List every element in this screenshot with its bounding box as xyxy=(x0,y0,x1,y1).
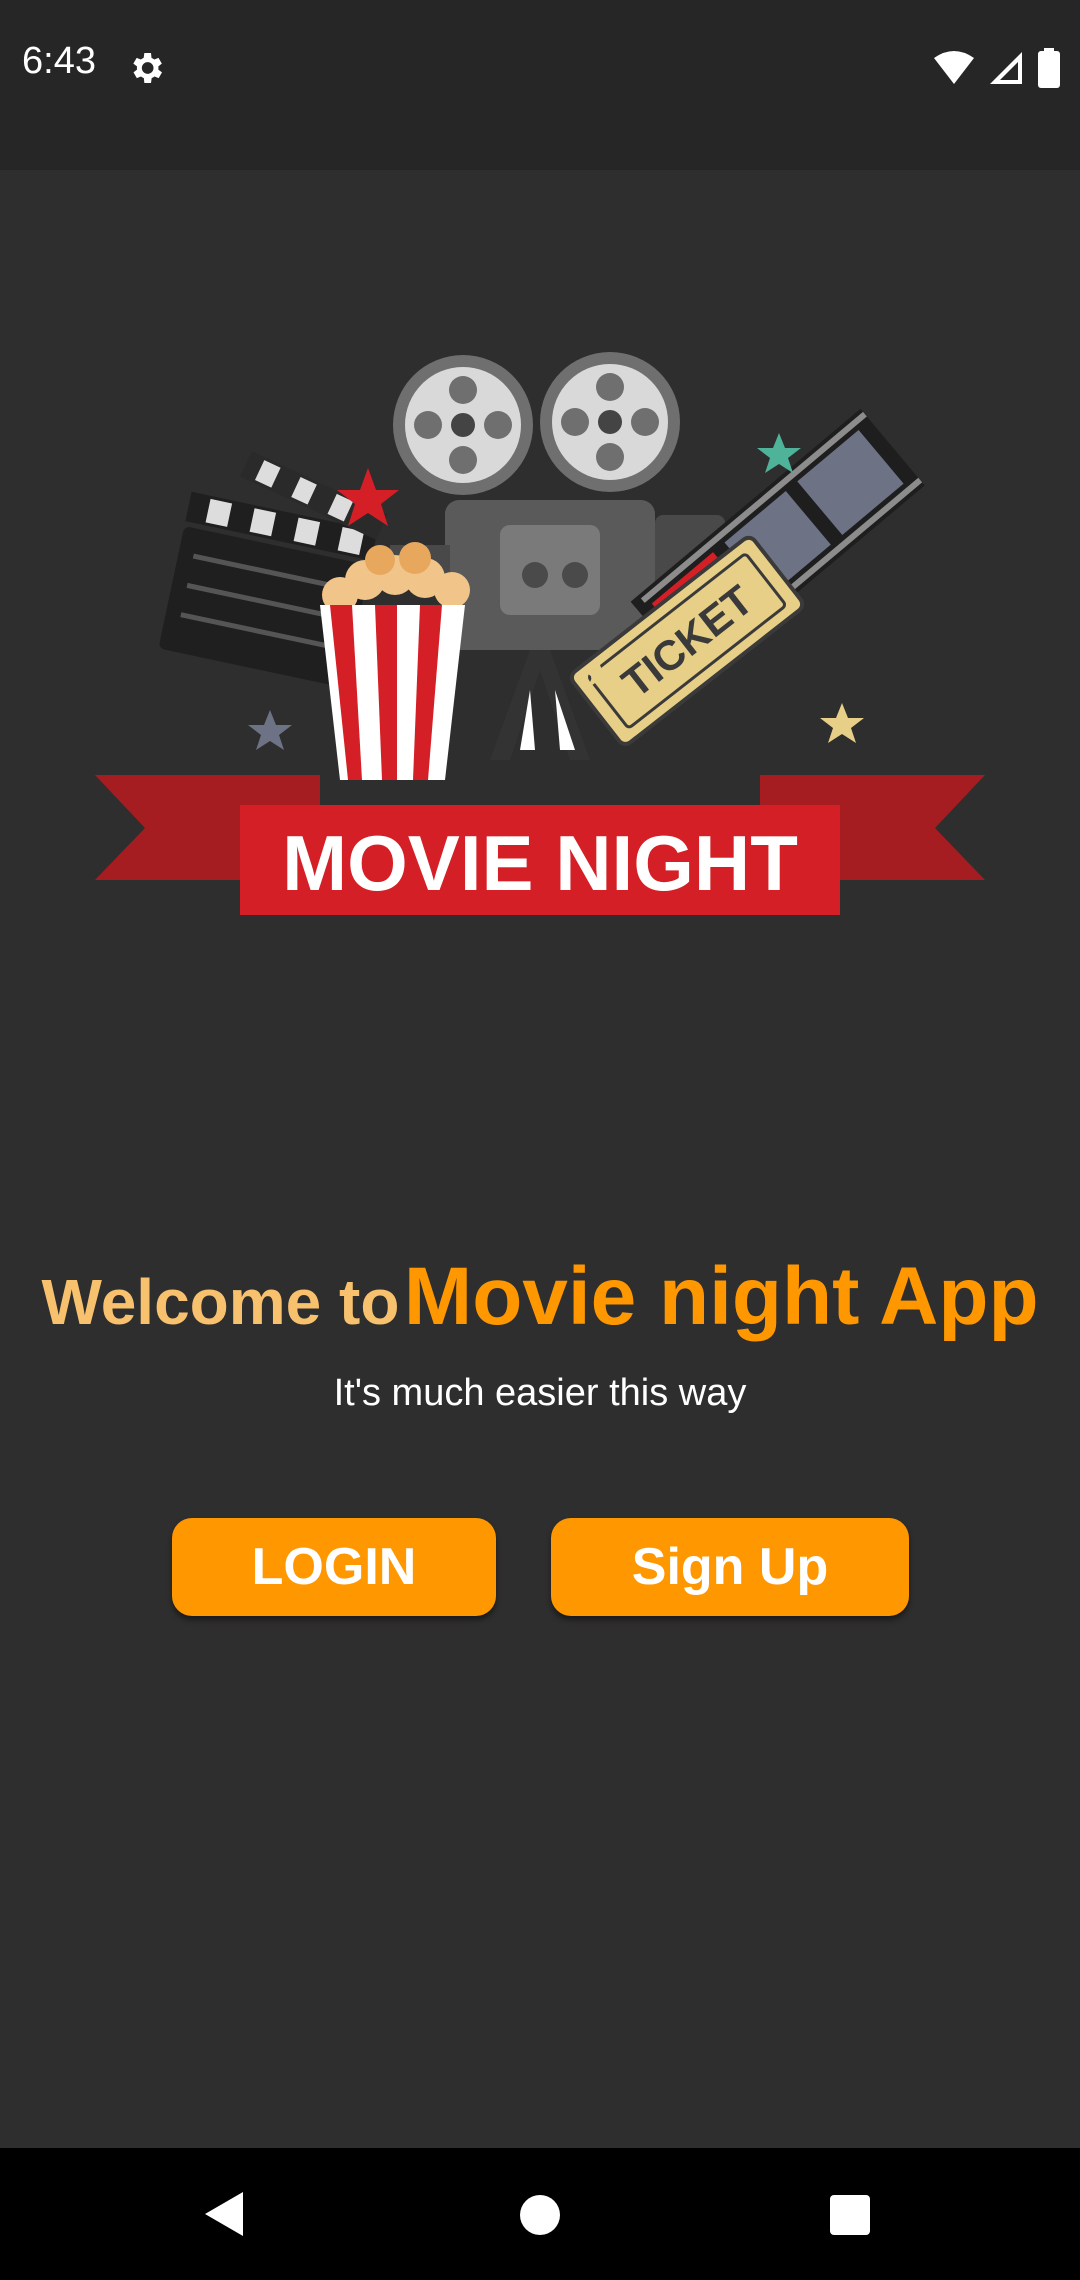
status-icons xyxy=(934,46,1060,90)
star-icon xyxy=(248,710,292,750)
ribbon-banner: MOVIE NIGHT xyxy=(95,775,985,915)
status-bar: 6:43 xyxy=(0,0,1080,170)
battery-icon xyxy=(1038,48,1060,88)
welcome-heading: Welcome to Movie night App xyxy=(0,1250,1080,1344)
welcome-screen: 6:43 TICKET MOVIE NIGHT Welcome to Movie… xyxy=(0,0,1080,2280)
home-icon[interactable] xyxy=(519,2194,561,2236)
back-icon[interactable] xyxy=(203,2190,247,2238)
logo-text: MOVIE NIGHT xyxy=(282,819,798,907)
app-name: Movie night App xyxy=(403,1251,1039,1342)
star-icon xyxy=(820,703,864,743)
gear-icon xyxy=(133,53,162,83)
login-button[interactable]: LOGIN xyxy=(172,1518,496,1616)
cell-signal-icon xyxy=(990,52,1022,84)
recents-icon[interactable] xyxy=(829,2194,871,2236)
film-reel-icon xyxy=(393,352,680,495)
welcome-prefix: Welcome to xyxy=(41,1266,400,1338)
wifi-icon xyxy=(934,51,974,84)
popcorn-icon xyxy=(320,542,470,780)
signup-button[interactable]: Sign Up xyxy=(551,1518,909,1616)
movie-night-logo: TICKET MOVIE NIGHT xyxy=(95,352,985,915)
navigation-bar xyxy=(0,2148,1080,2280)
tagline: It's much easier this way xyxy=(333,1372,747,1414)
status-time: 6:43 xyxy=(22,40,96,82)
